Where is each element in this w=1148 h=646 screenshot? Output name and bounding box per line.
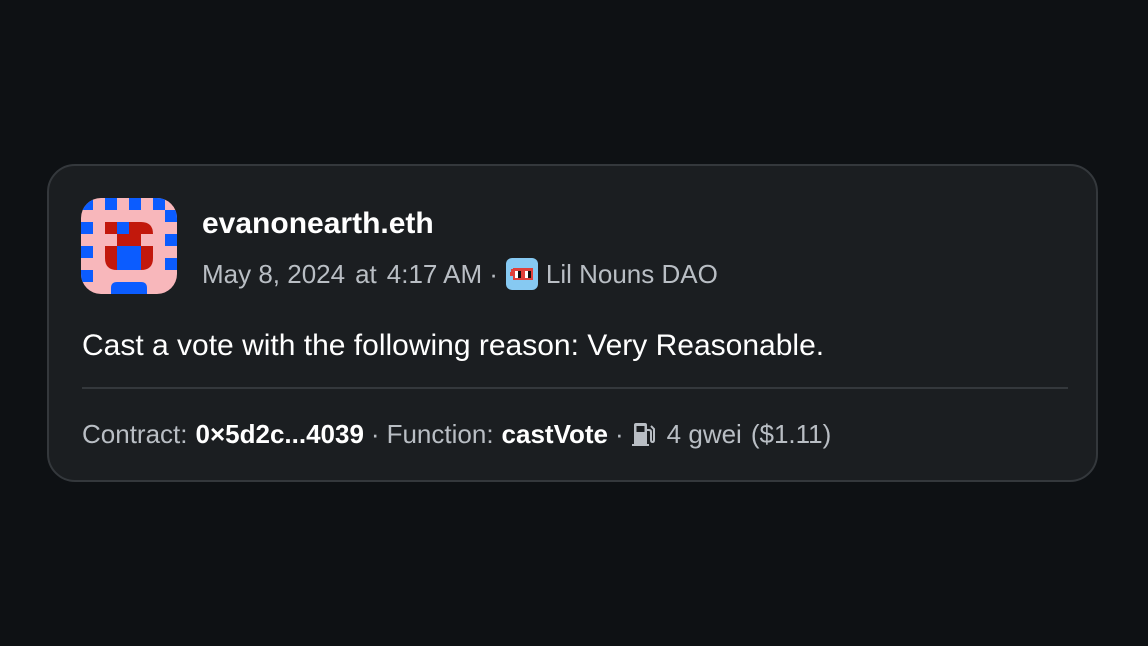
- post-date: May 8, 2024: [202, 259, 346, 289]
- post-body: Cast a vote with the following reason: V…: [82, 329, 825, 362]
- function-name: castVote: [501, 419, 608, 449]
- separator-dot: ·: [370, 419, 380, 449]
- separator-dot: ·: [615, 419, 624, 449]
- transaction-details: Contract: 0×5d2c...4039 · Function: cast…: [82, 416, 831, 452]
- post-meta: May 8, 2024 at 4:17 AM · Lil Nouns DAO: [202, 256, 718, 292]
- post-at-label: at: [355, 259, 377, 289]
- contract-address-link[interactable]: 0×5d2c...4039: [196, 416, 364, 452]
- separator-dot: ·: [489, 259, 498, 289]
- divider: [82, 387, 1068, 389]
- post-time[interactable]: 4:17 AM: [387, 256, 482, 292]
- dao-name-link[interactable]: Lil Nouns DAO: [546, 256, 718, 292]
- function-label: Function:: [386, 419, 494, 449]
- lil-nouns-dao-icon: [505, 258, 538, 290]
- author-avatar[interactable]: [81, 198, 177, 294]
- gas-pump-icon: [631, 421, 657, 447]
- contract-label: Contract:: [82, 419, 188, 449]
- activity-card: evanonearth.eth May 8, 2024 at 4:17 AM ·…: [47, 164, 1098, 482]
- gas-price: 4 gwei: [666, 419, 742, 449]
- gas-usd: ($1.11): [750, 419, 832, 449]
- author-name[interactable]: evanonearth.eth: [202, 206, 434, 242]
